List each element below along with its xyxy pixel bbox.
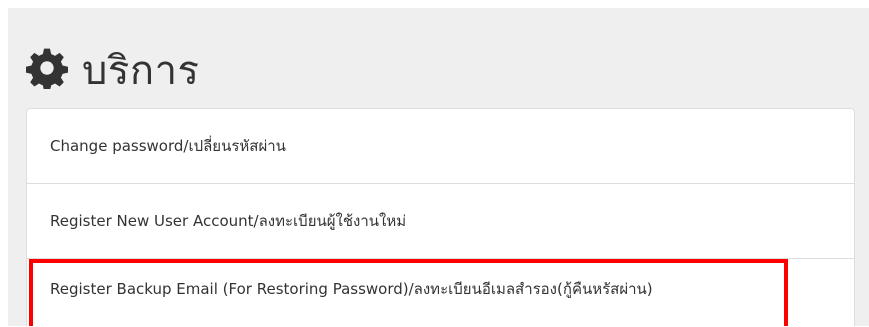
service-change-password-link[interactable]: Change password/เปลี่ยนรหัสผ่าน [27, 109, 854, 184]
panel-header: บริการ [26, 38, 200, 98]
service-register-backup-email-link[interactable]: Register Backup Email (For Restoring Pas… [27, 259, 854, 327]
service-register-new-user-link[interactable]: Register New User Account/ลงทะเบียนผู้ใช… [27, 184, 854, 259]
page-title: บริการ [82, 48, 200, 94]
gear-icon [26, 47, 68, 89]
services-list: Change password/เปลี่ยนรหัสผ่าน Register… [26, 108, 855, 326]
